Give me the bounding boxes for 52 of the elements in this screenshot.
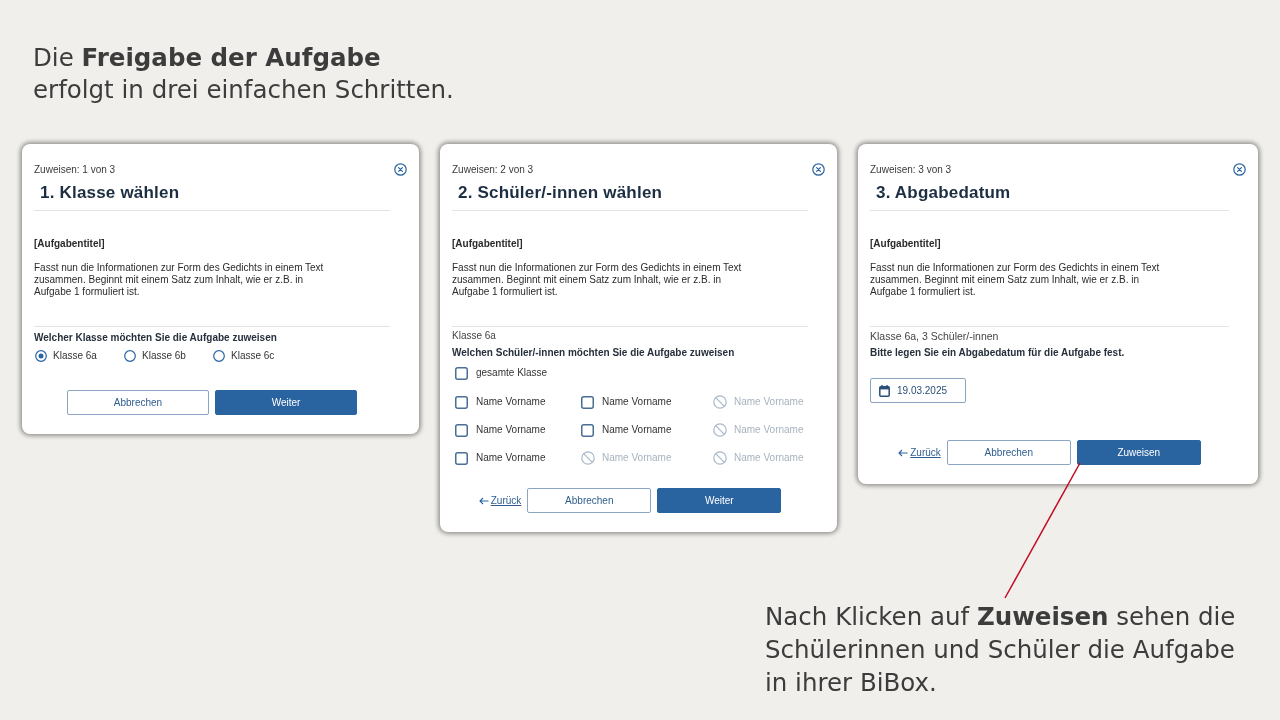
date-field[interactable]: 19.03.2025 — [870, 378, 966, 403]
dialog-title: 1. Klasse wählen — [40, 182, 180, 204]
arrow-left-icon — [478, 496, 489, 505]
checkbox[interactable] — [455, 451, 468, 465]
student-option[interactable]: Name Vorname — [455, 451, 546, 465]
task-description: Fasst nun die Informationen zur Form des Gedichts in einem Text zusammen. Beginnt mit einem Satz zum Inhalt, wie er z.B. in Aufgabe 1 formuliert ist. — [34, 262, 325, 298]
student-option[interactable]: Name Vorname — [581, 395, 672, 409]
whole-class-option[interactable]: gesamte Klasse — [452, 366, 548, 380]
callout-text: Nach Klicken auf Zuweisen sehen die Schülerinnen und Schüler die Aufgabe in ihrer BiBox. — [765, 601, 1236, 699]
task-title: [Aufgabentitel] — [870, 238, 941, 250]
student-option[interactable]: Name Vorname — [581, 423, 672, 437]
checkbox[interactable] — [581, 395, 594, 409]
checkbox[interactable] — [455, 395, 468, 409]
step-indicator: Zuweisen: 1 von 3 — [34, 163, 116, 176]
cancel-button[interactable]: Abbrechen — [946, 440, 1071, 465]
primary-button[interactable]: Zuweisen — [1076, 440, 1201, 465]
checkbox[interactable] — [455, 423, 468, 437]
calendar-icon — [879, 384, 890, 397]
class-option[interactable]: Klasse 6a — [34, 349, 97, 363]
back-link[interactable]: Zurück — [898, 447, 941, 458]
arrow-left-icon — [898, 448, 909, 457]
dialog-title: 2. Schüler/-innen wählen — [458, 182, 663, 204]
radio-button[interactable] — [213, 350, 225, 362]
step-indicator: Zuweisen: 2 von 3 — [452, 163, 534, 176]
cancel-button[interactable]: Abbrechen — [67, 390, 209, 415]
question-label: Bitte legen Sie ein Abgabedatum für die Aufgabe fest. — [870, 347, 1125, 359]
checkbox[interactable] — [581, 423, 594, 437]
question-label: Welchen Schüler/-innen möchten Sie die Aufgabe zuweisen — [452, 347, 735, 359]
close-icon[interactable] — [394, 163, 407, 176]
primary-button[interactable]: Weiter — [215, 390, 357, 415]
question-label: Welcher Klasse möchten Sie die Aufgabe zuweisen — [34, 332, 277, 344]
radio-button[interactable] — [124, 350, 136, 362]
task-title: [Aufgabentitel] — [452, 238, 523, 250]
task-title: [Aufgabentitel] — [34, 238, 105, 250]
class-option[interactable]: Klasse 6c — [212, 349, 275, 363]
back-link[interactable]: Zurück — [478, 495, 522, 506]
selection-summary: Klasse 6a, 3 Schüler/-innen — [870, 330, 999, 342]
task-description: Fasst nun die Informationen zur Form des Gedichts in einem Text zusammen. Beginnt mit einem Satz zum Inhalt, wie er z.B. in Aufgabe 1 formuliert ist. — [870, 262, 1161, 298]
step-indicator: Zuweisen: 3 von 3 — [870, 163, 952, 176]
radio-button[interactable] — [35, 350, 47, 362]
task-description: Fasst nun die Informationen zur Form des Gedichts in einem Text zusammen. Beginnt mit einem Satz zum Inhalt, wie er z.B. in Aufgabe 1 formuliert ist. — [452, 262, 743, 298]
student-option[interactable]: Name Vorname — [455, 423, 546, 437]
class-option[interactable]: Klasse 6b — [123, 349, 186, 363]
class-label: Klasse 6a — [452, 330, 496, 342]
primary-button[interactable]: Weiter — [657, 488, 782, 513]
checkbox[interactable] — [455, 366, 468, 380]
cancel-button[interactable]: Abbrechen — [527, 488, 652, 513]
student-option[interactable]: Name Vorname — [455, 395, 546, 409]
close-icon[interactable] — [1233, 163, 1246, 176]
dialog-title: 3. Abgabedatum — [876, 182, 1011, 204]
close-icon[interactable] — [812, 163, 825, 176]
intro-heading: Die Freigabe der Aufgabe erfolgt in drei einfachen Schritten. — [33, 42, 454, 106]
